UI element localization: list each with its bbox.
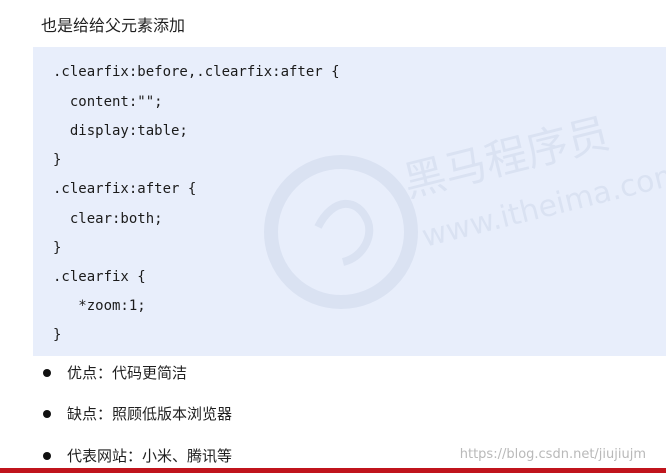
bullet-dot-icon [43,409,51,418]
document-page: 也是给给父元素添加 黑马程序员 www.itheima.com .clearfi… [0,0,666,473]
watermark-logo-text: 黑马程序员 [399,108,615,206]
watermark-logo-circle [264,155,418,309]
bullet-dot-icon [43,451,51,460]
watermark-url-text: www.itheima.com [418,156,666,255]
bullet-list-item: 优点：代码更简洁 [43,362,187,383]
code-line: content:""; [53,94,163,110]
bottom-accent-bar [0,468,666,473]
code-line: } [53,240,62,256]
code-block: 黑马程序员 www.itheima.com .clearfix:before,.… [33,47,666,356]
watermark-logo-mark [314,199,374,266]
code-line: } [53,327,62,343]
code-line: .clearfix { [53,269,146,285]
code-line: *zoom:1; [53,298,146,314]
code-line: .clearfix:after { [53,181,197,197]
bullet-list-item: 缺点：照顾低版本浏览器 [43,403,232,424]
bullet-list-item: 代表网站：小米、腾讯等 [43,445,232,466]
code-line: display:table; [53,123,188,139]
bullet-dot-icon [43,368,51,377]
intro-text: 也是给给父元素添加 [41,16,186,35]
bullet-text: 缺点：照顾低版本浏览器 [67,405,233,423]
bullet-text: 代表网站：小米、腾讯等 [67,447,233,465]
csdn-watermark-link: https://blog.csdn.net/jiujiujm [459,447,646,462]
code-line: } [53,152,62,168]
code-line: clear:both; [53,211,163,227]
code-line: .clearfix:before,.clearfix:after { [53,64,340,80]
bullet-text: 优点：代码更简洁 [67,364,188,382]
